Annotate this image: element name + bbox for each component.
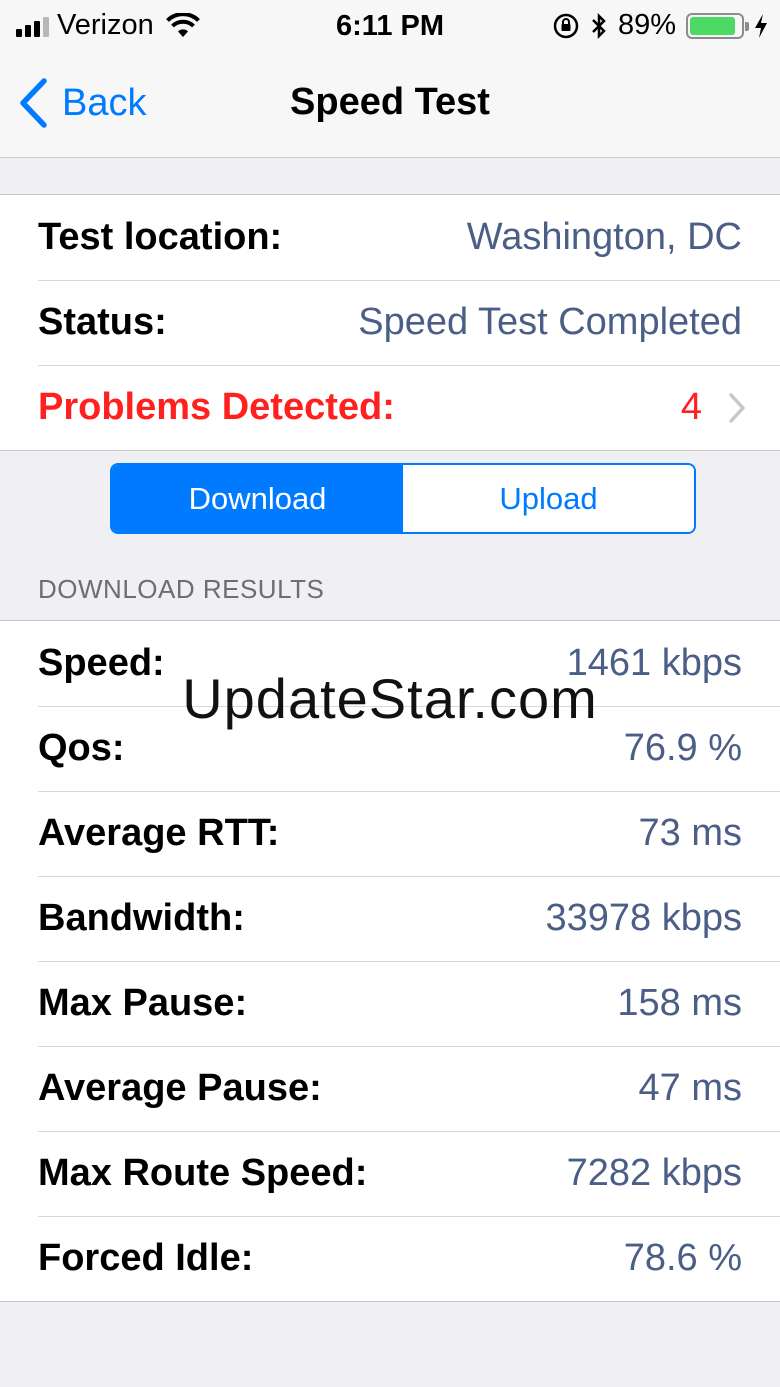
- problems-detected-row[interactable]: Problems Detected: 4: [0, 365, 780, 450]
- battery-percent: 89%: [617, 9, 676, 41]
- result-value: 73 ms: [638, 812, 742, 854]
- problems-detected-label: Problems Detected:: [38, 386, 395, 428]
- result-label: Average RTT:: [38, 812, 280, 854]
- download-segment[interactable]: Download: [112, 465, 403, 532]
- result-row-average-rtt: Average RTT: 73 ms: [0, 791, 780, 876]
- result-label: Bandwidth:: [38, 897, 245, 939]
- result-value: 33978 kbps: [545, 897, 743, 939]
- result-label: Max Pause:: [38, 982, 248, 1024]
- test-location-row: Test location: Washington, DC: [0, 195, 780, 280]
- result-value: 158 ms: [617, 982, 742, 1024]
- result-row-forced-idle: Forced Idle: 78.6 %: [0, 1216, 780, 1301]
- problems-detected-value-wrap: 4: [681, 386, 746, 429]
- watermark-text: UpdateStar.com: [182, 667, 598, 730]
- orientation-lock-icon: [553, 13, 579, 38]
- battery-level-fill: [690, 16, 735, 35]
- result-label: Average Pause:: [38, 1067, 322, 1109]
- status-value: Speed Test Completed: [358, 301, 742, 343]
- download-upload-segmented-control: Download Upload: [110, 463, 696, 534]
- section-header-download-results: DOWNLOAD RESULTS: [38, 574, 325, 604]
- result-label: Max Route Speed:: [38, 1152, 368, 1194]
- result-row-max-pause: Max Pause: 158 ms: [0, 961, 780, 1046]
- problems-detected-count: 4: [680, 386, 702, 428]
- navigation-bar: Back Speed Test: [0, 54, 780, 158]
- battery-icon: [686, 12, 749, 39]
- result-value: 7282 kbps: [566, 1152, 742, 1194]
- charging-bolt-icon: [755, 13, 767, 38]
- status-row: Status: Speed Test Completed: [0, 280, 780, 365]
- chevron-right-icon: [729, 392, 745, 423]
- result-value: 47 ms: [638, 1067, 742, 1109]
- status-label: Status:: [38, 301, 167, 343]
- result-value: 76.9 %: [623, 727, 742, 769]
- test-info-group: Test location: Washington, DC Status: Sp…: [0, 194, 780, 451]
- bluetooth-icon: [592, 12, 606, 39]
- result-label: Qos:: [38, 727, 125, 769]
- test-location-label: Test location:: [38, 216, 283, 258]
- status-right: 89%: [552, 9, 768, 42]
- result-row-max-route-speed: Max Route Speed: 7282 kbps: [0, 1131, 780, 1216]
- test-location-value: Washington, DC: [466, 216, 742, 258]
- result-row-average-pause: Average Pause: 47 ms: [0, 1046, 780, 1131]
- result-value: 78.6 %: [623, 1237, 742, 1279]
- result-row-bandwidth: Bandwidth: 33978 kbps: [0, 876, 780, 961]
- page-title: Speed Test: [290, 81, 490, 123]
- status-bar: Verizon 6:11 PM 89%: [0, 0, 780, 54]
- result-label: Forced Idle:: [38, 1237, 254, 1279]
- upload-segment[interactable]: Upload: [403, 465, 694, 532]
